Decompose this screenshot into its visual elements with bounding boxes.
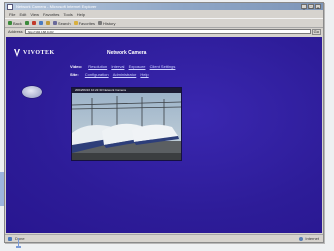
menu-file[interactable]: File [9, 12, 15, 17]
status-text: Done [15, 236, 25, 241]
snapshot-button-icon[interactable] [22, 86, 42, 98]
browser-icon [7, 3, 13, 10]
zone-label: Internet [305, 236, 319, 241]
address-bar: Address http://192.168.0.20/ Go [5, 28, 323, 35]
history-label: History [103, 20, 116, 26]
favorites-label: Favorites [78, 20, 96, 26]
globe-icon [299, 236, 304, 241]
star-icon [73, 21, 78, 25]
link-help[interactable]: Help [140, 72, 148, 77]
window-controls: _ □ × [301, 4, 321, 10]
logo-text: VIVOTEK [23, 50, 55, 56]
address-label: Address [8, 29, 23, 34]
menu-view[interactable]: View [30, 12, 39, 17]
logo: VIVOTEK [14, 49, 55, 57]
go-button[interactable]: Go [311, 29, 321, 35]
video-label: Video: [70, 64, 83, 69]
page-icon [8, 236, 12, 241]
site-label: Site: [70, 72, 79, 77]
search-label: Search [57, 20, 71, 26]
link-resolution[interactable]: Resolution [88, 64, 107, 69]
home-icon [45, 21, 50, 25]
minimize-button[interactable]: _ [301, 4, 307, 10]
stop-icon [31, 21, 36, 25]
vivotek-logo-icon [14, 49, 20, 57]
address-value: http://192.168.0.20/ [27, 29, 54, 34]
search-icon [52, 21, 57, 25]
home-button[interactable] [45, 21, 50, 25]
toolbar: Back Search Favorites History [5, 18, 323, 28]
link-client-settings[interactable]: Client Settings [150, 64, 176, 69]
menu-bar: File Edit View Favorites Tools Help [5, 11, 323, 17]
callout-marker [16, 246, 21, 248]
browser-window: Network Camera - Microsoft Internet Expl… [4, 2, 324, 243]
forward-arrow-icon [24, 21, 29, 25]
link-exposure[interactable]: Exposure [129, 64, 146, 69]
close-button[interactable]: × [315, 4, 321, 10]
security-zone: Internet [299, 236, 319, 241]
menu-favorites[interactable]: Favorites [43, 12, 59, 17]
address-input[interactable]: http://192.168.0.20/ [24, 29, 311, 34]
status-bar: Done Internet [5, 234, 323, 242]
forward-button[interactable] [24, 21, 29, 25]
favorites-button[interactable]: Favorites [73, 20, 96, 26]
page-content: VIVOTEK Network Camera Video: Resolution… [6, 37, 322, 233]
maximize-button[interactable]: □ [308, 4, 314, 10]
refresh-button[interactable] [38, 21, 43, 25]
camera-view: 2004/06/16 10:22:33 Network Camera [71, 87, 182, 161]
window-title: Network Camera - Microsoft Internet Expl… [16, 4, 97, 9]
back-label: Back [13, 20, 22, 26]
camera-image [72, 93, 181, 160]
video-settings-row: Video: Resolution Interval Exposure Clie… [70, 64, 175, 69]
stop-button[interactable] [31, 21, 36, 25]
menu-edit[interactable]: Edit [19, 12, 26, 17]
title-bar: Network Camera - Microsoft Internet Expl… [5, 3, 323, 10]
history-icon [98, 21, 103, 25]
page-title: Network Camera [107, 50, 147, 56]
link-configuration[interactable]: Configuration [85, 72, 109, 77]
back-button[interactable]: Back [8, 21, 22, 26]
back-arrow-icon [8, 21, 12, 25]
link-interval[interactable]: Interval [111, 64, 124, 69]
search-button[interactable]: Search [52, 20, 71, 26]
site-links-row: Site: Configuration Administrator Help [70, 72, 149, 77]
menu-tools[interactable]: Tools [63, 12, 72, 17]
menu-help[interactable]: Help [77, 12, 85, 17]
history-button[interactable]: History [98, 20, 116, 26]
link-administrator[interactable]: Administrator [113, 72, 137, 77]
refresh-icon [38, 21, 43, 25]
